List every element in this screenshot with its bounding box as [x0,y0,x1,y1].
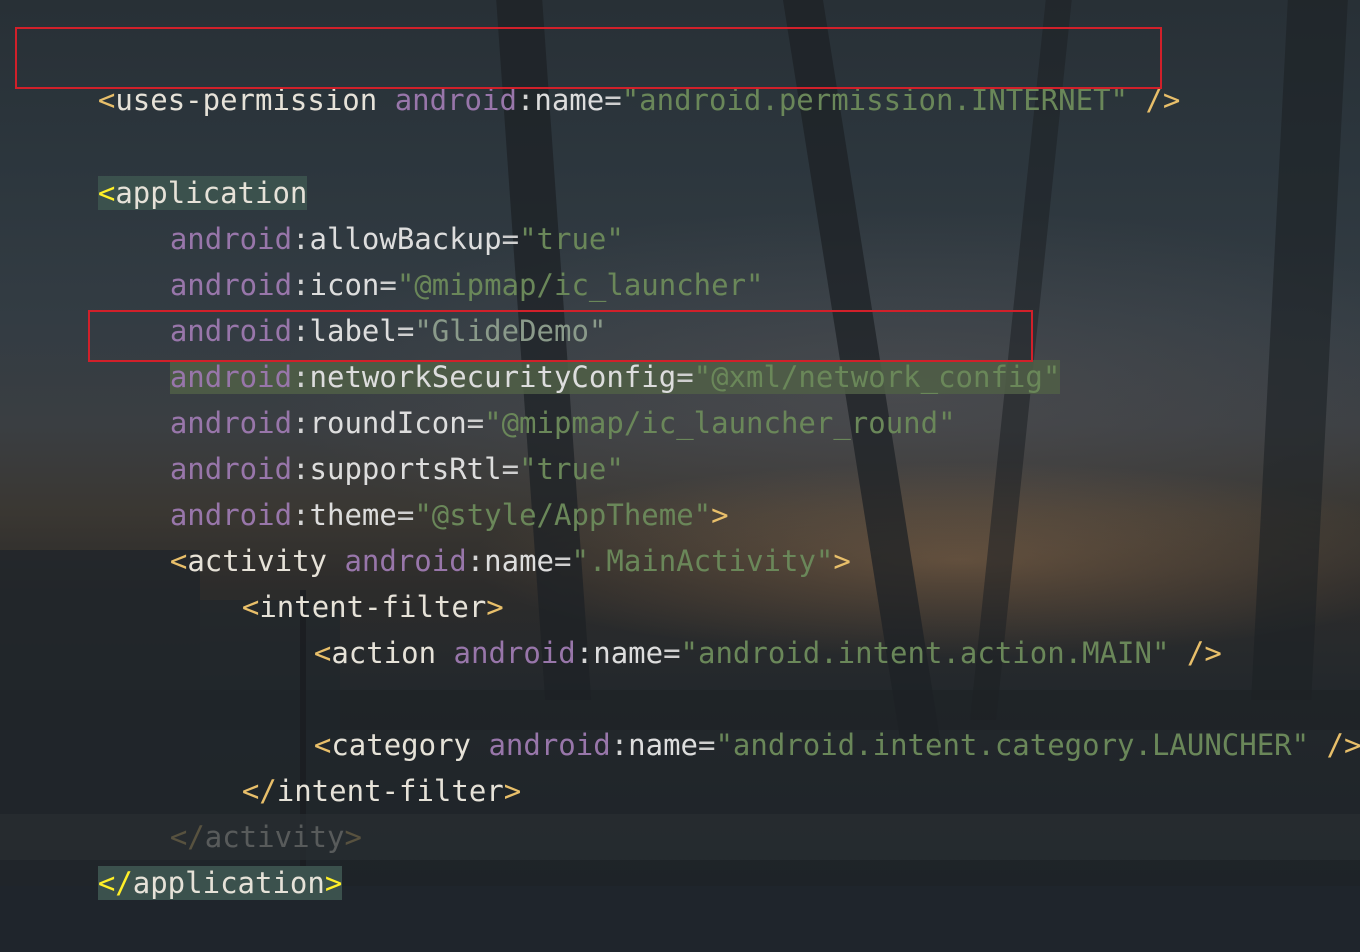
code-line-intent-filter-open[interactable]: <intent-filter> [172,538,504,624]
code-line-label[interactable]: android:label="GlideDemo" [100,262,607,348]
attribute-value: "android.intent.action.MAIN" [680,636,1170,670]
code-line-networkSecurityConfig[interactable]: android:networkSecurityConfig="@xml/netw… [100,308,1061,394]
attribute-name: name [593,636,664,670]
tag-name: uses-permission [115,83,378,117]
attribute-equals: = [604,83,622,117]
code-line-uses-permission[interactable]: <uses-permission android:name="android.p… [28,31,1181,117]
tag-name: action [331,636,437,670]
code-line-category[interactable]: <category android:name="android.intent.c… [244,676,1360,762]
code-line-icon[interactable]: android:icon="@mipmap/ic_launcher" [100,216,764,302]
tag-close-bracket: > [503,774,522,808]
attribute-equals: = [663,636,681,670]
code-line-activity-open[interactable]: <activity android:name=".MainActivity"> [100,492,851,578]
attribute-equals: = [554,544,572,578]
code-line-application-open[interactable]: <application [28,124,308,210]
tag-close-bracket: /> [1169,636,1222,670]
code-line-theme[interactable]: android:theme="@style/AppTheme"> [100,446,729,532]
tag-close-bracket: > [324,866,343,900]
tag-open-bracket: < [313,636,332,670]
attribute-name: name [534,83,605,117]
code-line-allowBackup[interactable]: android:allowBackup="true" [100,170,624,256]
code-editor[interactable]: <uses-permission android:name="android.p… [0,0,1360,900]
code-line-supportsRtl[interactable]: android:supportsRtl="true" [100,400,624,486]
attribute-value: "android.permission.INTERNET" [621,83,1129,117]
attribute-namespace: android [453,636,576,670]
code-line-intent-filter-close[interactable]: </intent-filter> [172,722,521,808]
tag-close-bracket: /> [1309,728,1360,762]
code-line-activity-close[interactable]: </activity> [100,768,362,854]
tag-name: application [132,866,325,900]
attribute-equals: = [698,728,716,762]
code-line-action[interactable]: <action android:name="android.intent.act… [244,584,1222,670]
attribute-value: "android.intent.category.LAUNCHER" [715,728,1310,762]
tag-open-bracket: < [97,83,116,117]
code-line-roundIcon[interactable]: android:roundIcon="@mipmap/ic_launcher_r… [100,354,956,440]
attribute-colon: : [575,636,594,670]
tag-close-bracket: /> [1128,83,1181,117]
matched-bracket-highlight: </application> [97,866,343,900]
attribute-value: ".MainActivity" [571,544,834,578]
tag-open-bracket: </ [97,866,133,900]
attribute-colon: : [516,83,535,117]
attribute-colon: : [610,728,629,762]
attribute-name: name [628,728,698,762]
tag-close-bracket: > [833,544,851,578]
code-line-application-close[interactable]: </application> [0,814,1360,900]
attribute-namespace: android [394,83,517,117]
